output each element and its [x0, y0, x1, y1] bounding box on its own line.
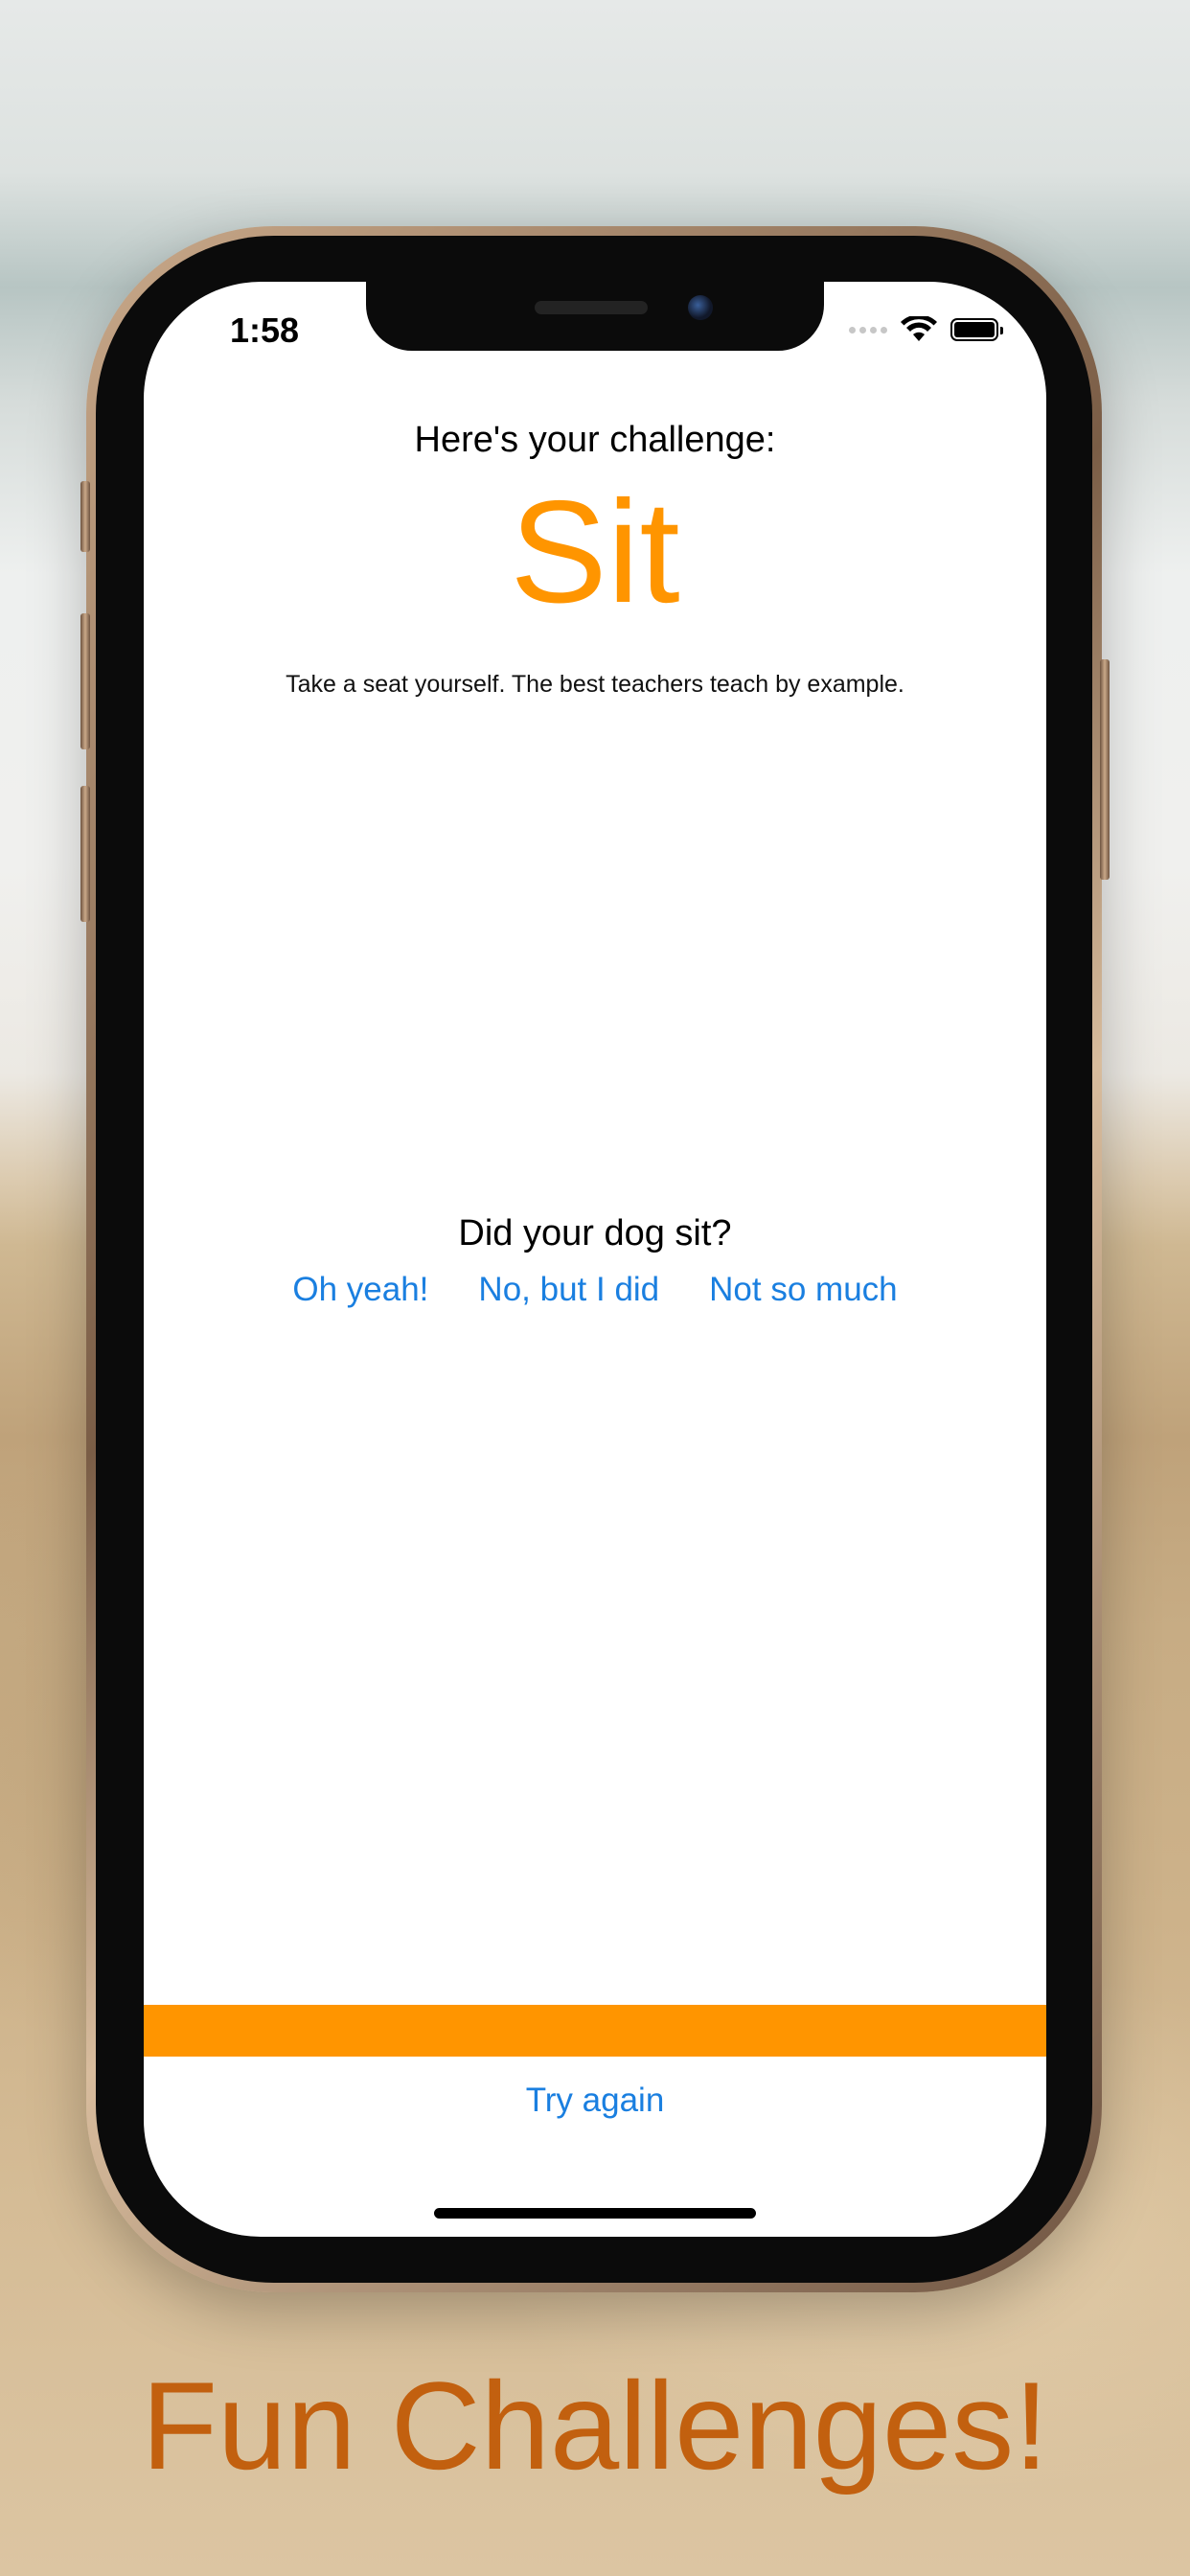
status-time: 1:58: [230, 310, 300, 350]
notch: [366, 282, 824, 351]
oh-yeah-button[interactable]: Oh yeah!: [292, 1271, 428, 1309]
challenge-description: Take a seat yourself. The best teachers …: [286, 671, 904, 698]
camera-icon: [688, 295, 713, 320]
no-but-i-did-button[interactable]: No, but I did: [478, 1271, 659, 1309]
challenge-heading: Here's your challenge:: [414, 420, 776, 460]
battery-icon: [950, 318, 1003, 341]
challenge-name: Sit: [510, 471, 680, 633]
volume-down-button: [80, 786, 90, 922]
not-so-much-button[interactable]: Not so much: [709, 1271, 897, 1309]
progress-fill: [144, 2005, 1046, 2057]
phone-screen: 1:58 Here's your challenge: Sit Take a s…: [144, 282, 1046, 2237]
silent-switch: [80, 481, 90, 552]
feedback-question: Did your dog sit?: [458, 1213, 732, 1254]
volume-up-button: [80, 613, 90, 749]
answer-options: Oh yeah! No, but I did Not so much: [144, 1271, 1046, 1309]
promo-caption: Fun Challenges!: [141, 2356, 1049, 2496]
wifi-icon: [901, 316, 937, 341]
home-indicator[interactable]: [434, 2208, 756, 2219]
progress-bar: [144, 2005, 1046, 2057]
status-icons: [849, 316, 1003, 343]
signal-dots-icon: [849, 326, 887, 334]
power-button: [1100, 659, 1110, 880]
try-again-button[interactable]: Try again: [144, 2082, 1046, 2120]
